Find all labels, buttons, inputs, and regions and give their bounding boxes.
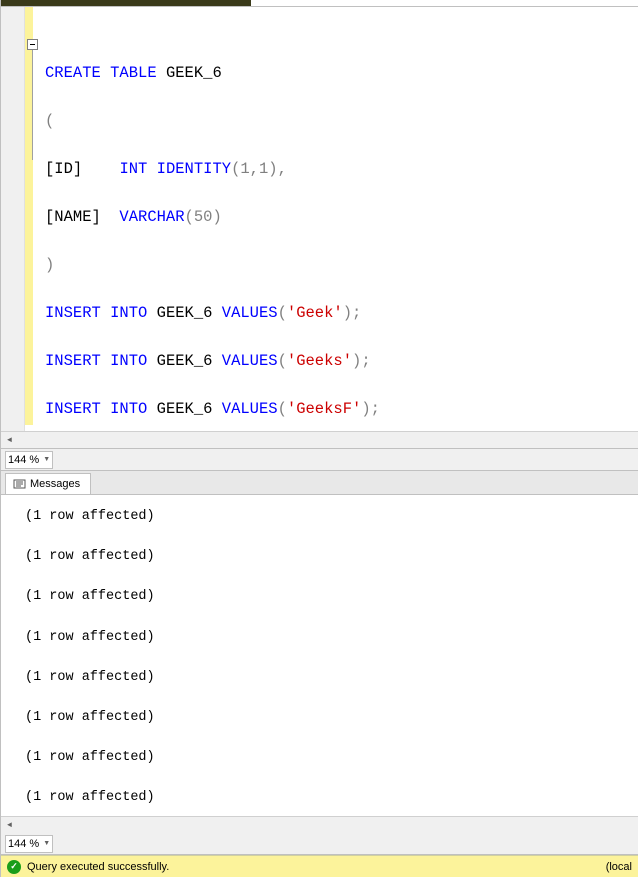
success-icon: ✓ [7,860,21,874]
zoom-bar: 144 % ▼ [1,449,638,471]
messages-pane[interactable]: (1 row affected) (1 row affected) (1 row… [1,495,638,816]
ssms-window: CREATE TABLE GEEK_6 ( [ID] INT IDENTITY(… [0,0,638,877]
zoom-bar-lower: 144 % ▼ [1,833,638,855]
messages-scrollbar-h[interactable]: ◄ [1,816,638,833]
message-row: (1 row affected) [25,630,614,646]
code-line: INSERT INTO GEEK_6 VALUES('GeeksF'); [45,397,628,421]
code-line: CREATE TABLE GEEK_6 [45,61,628,85]
message-row: (1 row affected) [25,750,614,766]
status-left: ✓ Query executed successfully. [7,860,169,874]
message-row: (1 row affected) [25,549,614,565]
status-server: (local [606,861,632,873]
chevron-down-icon: ▼ [43,456,50,463]
tab-label: Messages [30,478,80,490]
results-tabs: Messages [1,471,638,495]
editor-scrollbar-h[interactable]: ◄ [1,431,638,448]
code-line: INSERT INTO GEEK_6 VALUES('Geeks'); [45,349,628,373]
scroll-left-icon[interactable]: ◄ [1,817,18,834]
zoom-value: 144 % [8,454,39,466]
code-line: [NAME] VARCHAR(50) [45,205,628,229]
scroll-left-icon[interactable]: ◄ [1,432,18,449]
code-line: ( [45,109,628,133]
zoom-select[interactable]: 144 % ▼ [5,451,53,469]
code-line: ) [45,253,628,277]
message-row: (1 row affected) [25,790,614,806]
zoom-select-lower[interactable]: 144 % ▼ [5,835,53,853]
message-row: (1 row affected) [25,710,614,726]
code-line: [ID] INT IDENTITY(1,1), [45,157,628,181]
status-text: Query executed successfully. [27,861,169,873]
chevron-down-icon: ▼ [43,840,50,847]
editor-gutter [1,7,25,448]
collapse-toggle-icon[interactable] [27,39,38,50]
message-row: (1 row affected) [25,509,614,525]
code-line: INSERT INTO GEEK_6 VALUES('Geek'); [45,301,628,325]
message-row: (1 row affected) [25,670,614,686]
zoom-value: 144 % [8,838,39,850]
code-content[interactable]: CREATE TABLE GEEK_6 ( [ID] INT IDENTITY(… [39,7,638,427]
messages-icon [12,477,26,491]
fold-line [32,50,33,160]
sql-editor[interactable]: CREATE TABLE GEEK_6 ( [ID] INT IDENTITY(… [1,7,638,449]
status-bar: ✓ Query executed successfully. (local [1,855,638,877]
tab-messages[interactable]: Messages [5,473,91,494]
message-row: (1 row affected) [25,589,614,605]
